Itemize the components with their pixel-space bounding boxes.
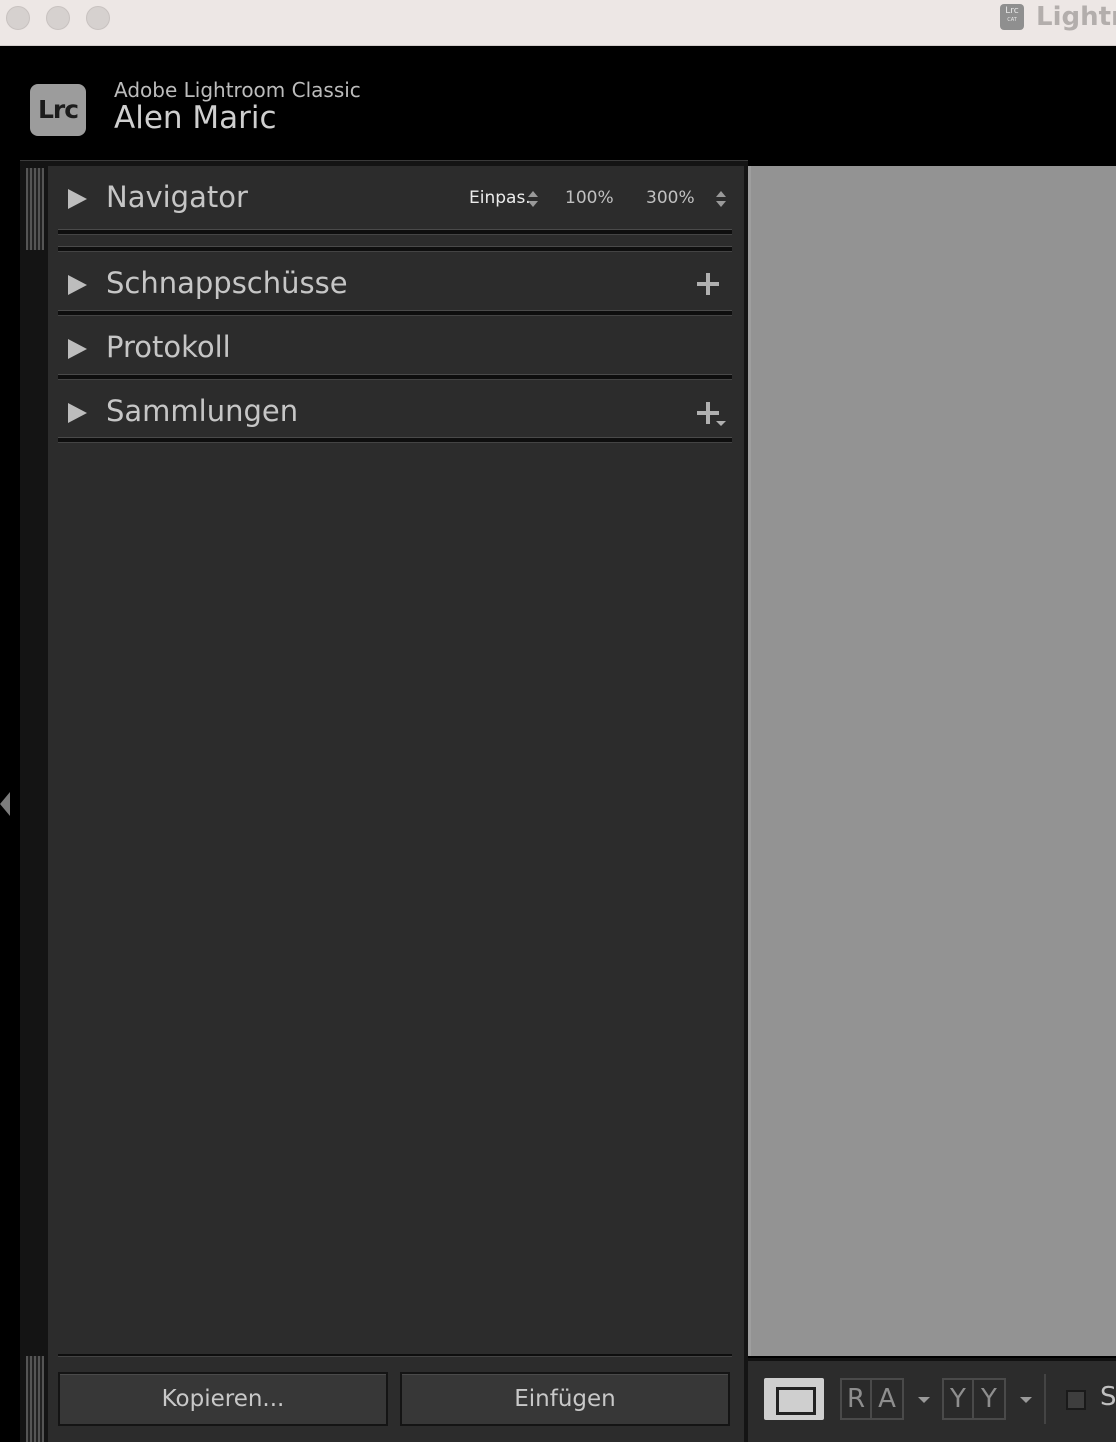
- lightroom-catalog-icon: Lrc CAT: [1000, 4, 1024, 30]
- navigator-header[interactable]: Navigator: [58, 170, 732, 230]
- panel-divider: [58, 310, 732, 316]
- app-name: Adobe Lightroom Classic: [114, 78, 361, 102]
- yy-compare-toggle[interactable]: Y Y: [942, 1378, 1006, 1420]
- panel-resize-grip-bottom[interactable]: [26, 1356, 44, 1442]
- toolbar-separator: [1044, 1374, 1046, 1424]
- toolbar-checkbox[interactable]: [1066, 1390, 1086, 1410]
- chevron-down-icon[interactable]: [1020, 1397, 1032, 1403]
- loupe-view-button[interactable]: [764, 1378, 824, 1420]
- snapshots-header[interactable]: Schnappschüsse: [58, 256, 732, 316]
- lrc-logo-icon: Lrc: [30, 84, 86, 136]
- expand-arrow-icon: [68, 339, 87, 359]
- chevron-down-icon[interactable]: [918, 1397, 930, 1403]
- panel-divider: [58, 374, 732, 380]
- zoom-window-button[interactable]: [86, 6, 110, 30]
- zoom-fit-option[interactable]: Einpas.: [469, 188, 531, 208]
- add-snapshot-plus-icon[interactable]: [697, 273, 719, 295]
- yy-left-cell[interactable]: Y: [944, 1380, 974, 1418]
- collections-header[interactable]: Sammlungen: [58, 384, 732, 444]
- collapse-left-panel-arrow-icon[interactable]: [0, 792, 10, 816]
- history-title: Protokoll: [106, 330, 231, 364]
- close-window-button[interactable]: [6, 6, 30, 30]
- panel-resize-grip-top[interactable]: [26, 168, 44, 250]
- before-after-toggle[interactable]: R A: [840, 1378, 904, 1420]
- window-title: Lightroom: [1036, 2, 1116, 32]
- identity-plate-user: Alen Maric: [114, 100, 277, 136]
- minimize-window-button[interactable]: [46, 6, 70, 30]
- expand-arrow-icon: [68, 275, 87, 295]
- image-preview-area[interactable]: [748, 166, 1116, 1356]
- expand-arrow-icon: [68, 189, 87, 209]
- panel-divider: [58, 246, 732, 252]
- panel-bottom-separator: [58, 1354, 732, 1357]
- before-after-left-cell[interactable]: R: [842, 1380, 872, 1418]
- paste-settings-button[interactable]: Einfügen: [400, 1372, 730, 1426]
- navigator-title: Navigator: [106, 180, 248, 214]
- toolbar-partial-label: S: [1100, 1382, 1116, 1412]
- window-titlebar: Lrc CAT Lightroom: [0, 0, 1116, 46]
- zoom-100-option[interactable]: 100%: [565, 188, 614, 208]
- before-after-right-cell[interactable]: A: [872, 1380, 902, 1418]
- history-header[interactable]: Protokoll: [58, 320, 732, 380]
- chevron-down-icon[interactable]: [716, 421, 726, 426]
- collections-title: Sammlungen: [106, 394, 299, 428]
- copy-settings-button[interactable]: Kopieren...: [58, 1372, 388, 1426]
- zoom-custom-stepper-icon[interactable]: [716, 190, 726, 208]
- panel-divider: [58, 229, 732, 235]
- yy-right-cell[interactable]: Y: [974, 1380, 1004, 1418]
- app-icon-label: Lrc: [1005, 6, 1019, 16]
- panel-divider: [58, 437, 732, 443]
- expand-arrow-icon: [68, 403, 87, 423]
- app-icon-sublabel: CAT: [1007, 17, 1017, 23]
- zoom-fit-stepper-icon[interactable]: [528, 190, 538, 208]
- snapshots-title: Schnappschüsse: [106, 266, 348, 300]
- zoom-300-option[interactable]: 300%: [646, 188, 695, 208]
